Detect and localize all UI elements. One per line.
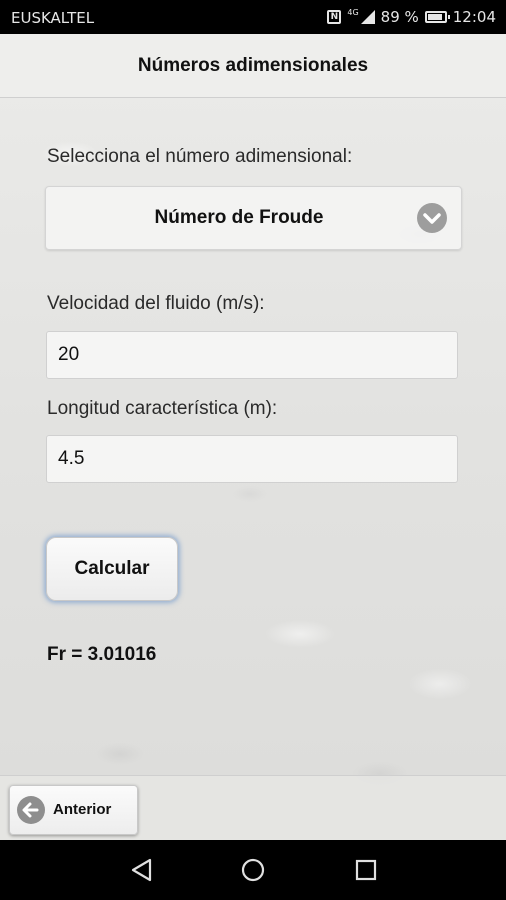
- page-title: Números adimensionales: [0, 34, 506, 98]
- calculate-button[interactable]: Calcular: [46, 537, 178, 601]
- home-icon[interactable]: [239, 856, 267, 884]
- status-icons: N 4G 89 % 12:04: [327, 8, 496, 26]
- previous-button[interactable]: Anterior: [9, 785, 138, 835]
- velocity-label: Velocidad del fluido (m/s):: [47, 293, 265, 314]
- signal-icon: [360, 10, 375, 24]
- navigation-bar: [0, 840, 506, 900]
- back-icon[interactable]: [128, 856, 156, 884]
- select-label: Selecciona el número adimensional:: [47, 146, 353, 167]
- result-text: Fr = 3.01016: [47, 644, 157, 665]
- network-type: 4G: [347, 7, 359, 17]
- clock: 12:04: [452, 8, 496, 26]
- velocity-input[interactable]: 20: [46, 331, 458, 379]
- previous-label: Anterior: [53, 801, 112, 818]
- arrow-left-icon: [17, 796, 45, 824]
- recents-icon[interactable]: [352, 856, 380, 884]
- battery-percent: 89 %: [380, 8, 419, 26]
- carrier-name: EUSKALTEL: [11, 9, 95, 27]
- chevron-down-icon: [417, 203, 447, 233]
- app-screen: Números adimensionales Selecciona el núm…: [0, 34, 506, 841]
- footer-bar: Anterior: [0, 775, 506, 841]
- nfc-icon: N: [327, 10, 342, 24]
- length-label: Longitud característica (m):: [47, 398, 278, 419]
- number-select[interactable]: Número de Froude: [45, 186, 462, 250]
- selected-number: Número de Froude: [154, 207, 324, 228]
- battery-icon: [424, 11, 450, 23]
- length-input[interactable]: 4.5: [46, 435, 458, 483]
- status-bar: EUSKALTEL N 4G 89 % 12:04: [0, 0, 506, 34]
